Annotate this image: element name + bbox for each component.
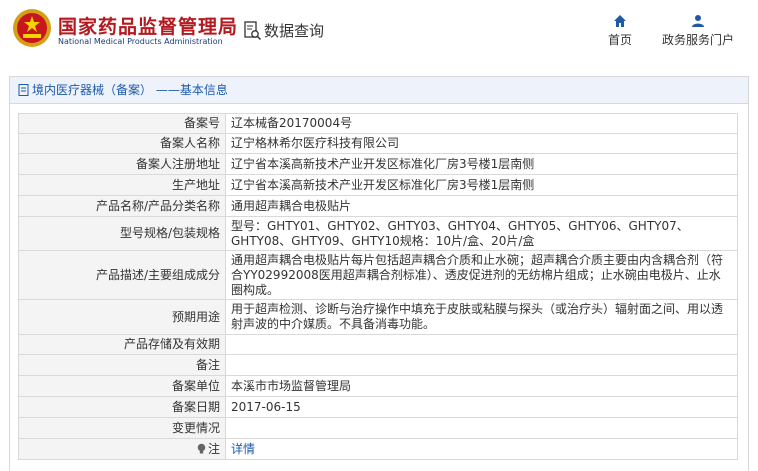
- note-value-cell: 详情: [225, 438, 738, 460]
- row-label: 变更情况: [18, 417, 226, 439]
- row-value: 辽本械备20170004号: [225, 113, 738, 134]
- row-value: 2017-06-15: [225, 396, 738, 418]
- row-label: 备案单位: [18, 375, 226, 397]
- row-value: [225, 417, 738, 439]
- nav-home[interactable]: 首页: [608, 14, 632, 48]
- nav-service-portal-label: 政务服务门户: [662, 33, 735, 47]
- details-link[interactable]: 详情: [231, 442, 255, 456]
- row-label: 备案人注册地址: [18, 153, 226, 175]
- row-label: 产品存储及有效期: [18, 334, 226, 355]
- table-row: 型号规格/包装规格 型号：GHTY01、GHTY02、GHTY03、GHTY04…: [18, 216, 738, 251]
- breadcrumb: 境内医疗器械（备案） ——基本信息: [10, 77, 748, 104]
- row-value: 辽宁省本溪高新技术产业开发区标准化厂房3号楼1层南侧: [225, 153, 738, 175]
- table-row: 备案人注册地址 辽宁省本溪高新技术产业开发区标准化厂房3号楼1层南侧: [18, 153, 738, 175]
- row-value: 通用超声耦合电极贴片: [225, 195, 738, 217]
- row-value: 辽宁格林希尔医疗科技有限公司: [225, 133, 738, 154]
- home-icon: [614, 15, 626, 27]
- table-row: 产品描述/主要组成成分 通用超声耦合电极贴片每片包括超声耦合介质和止水碗；超声耦…: [18, 250, 738, 300]
- nav-home-label: 首页: [608, 33, 633, 47]
- table-row: 备案日期 2017-06-15: [18, 396, 738, 418]
- note-label: 注: [207, 441, 220, 456]
- user-icon: [692, 15, 704, 27]
- table-row: 生产地址 辽宁省本溪高新技术产业开发区标准化厂房3号楼1层南侧: [18, 174, 738, 196]
- row-label: 备案人名称: [18, 133, 226, 154]
- row-value: [225, 354, 738, 376]
- row-value: 型号：GHTY01、GHTY02、GHTY03、GHTY04、GHTY05、GH…: [225, 216, 738, 251]
- table-row: 产品名称/产品分类名称 通用超声耦合电极贴片: [18, 195, 738, 217]
- table-row: 备案人名称 辽宁格林希尔医疗科技有限公司: [18, 133, 738, 154]
- record-details-table: 备案号 辽本械备20170004号 备案人名称 辽宁格林希尔医疗科技有限公司 备…: [18, 113, 738, 460]
- row-label: 预期用途: [18, 299, 226, 335]
- row-label: 生产地址: [18, 174, 226, 196]
- row-label: 产品描述/主要组成成分: [18, 250, 226, 300]
- national-emblem-icon: [13, 9, 51, 47]
- site-logo-subtitle: National Medical Products Administration: [58, 37, 223, 46]
- site-logo-title[interactable]: 国家药品监督管理局: [58, 12, 238, 39]
- lightbulb-icon: [197, 443, 206, 453]
- data-query-label: 数据查询: [264, 22, 325, 40]
- row-label: 产品名称/产品分类名称: [18, 195, 226, 217]
- table-row: 产品存储及有效期: [18, 334, 738, 355]
- document-search-icon: [244, 20, 262, 40]
- row-value: 辽宁省本溪高新技术产业开发区标准化厂房3号楼1层南侧: [225, 174, 738, 196]
- nav-service-portal[interactable]: 政务服务门户: [662, 14, 734, 48]
- data-query-link[interactable]: 数据查询: [244, 20, 324, 41]
- row-label: 备案号: [18, 113, 226, 134]
- row-value: 通用超声耦合电极贴片每片包括超声耦合介质和止水碗；超声耦合介质主要由内含耦合剂（…: [225, 250, 738, 300]
- row-value: 用于超声检测、诊断与治疗操作中填充于皮肤或粘膜与探头（或治疗头）辐射面之间、用以…: [225, 299, 738, 335]
- row-value: [225, 334, 738, 355]
- row-label: 备案日期: [18, 396, 226, 418]
- table-row: 预期用途 用于超声检测、诊断与治疗操作中填充于皮肤或粘膜与探头（或治疗头）辐射面…: [18, 299, 738, 335]
- document-icon: [18, 84, 29, 96]
- table-row: 备注: [18, 354, 738, 376]
- table-row: 变更情况: [18, 417, 738, 439]
- breadcrumb-text[interactable]: 境内医疗器械（备案） ——基本信息: [32, 77, 228, 103]
- table-row: 注 详情: [18, 438, 738, 460]
- table-row: 备案单位 本溪市市场监督管理局: [18, 375, 738, 397]
- row-label: 备注: [18, 354, 226, 376]
- table-row: 备案号 辽本械备20170004号: [18, 113, 738, 134]
- row-value: 本溪市市场监督管理局: [225, 375, 738, 397]
- site-header: 国家药品监督管理局 National Medical Products Admi…: [0, 0, 758, 62]
- row-label: 型号规格/包装规格: [18, 216, 226, 251]
- note-label-cell: 注: [18, 438, 226, 460]
